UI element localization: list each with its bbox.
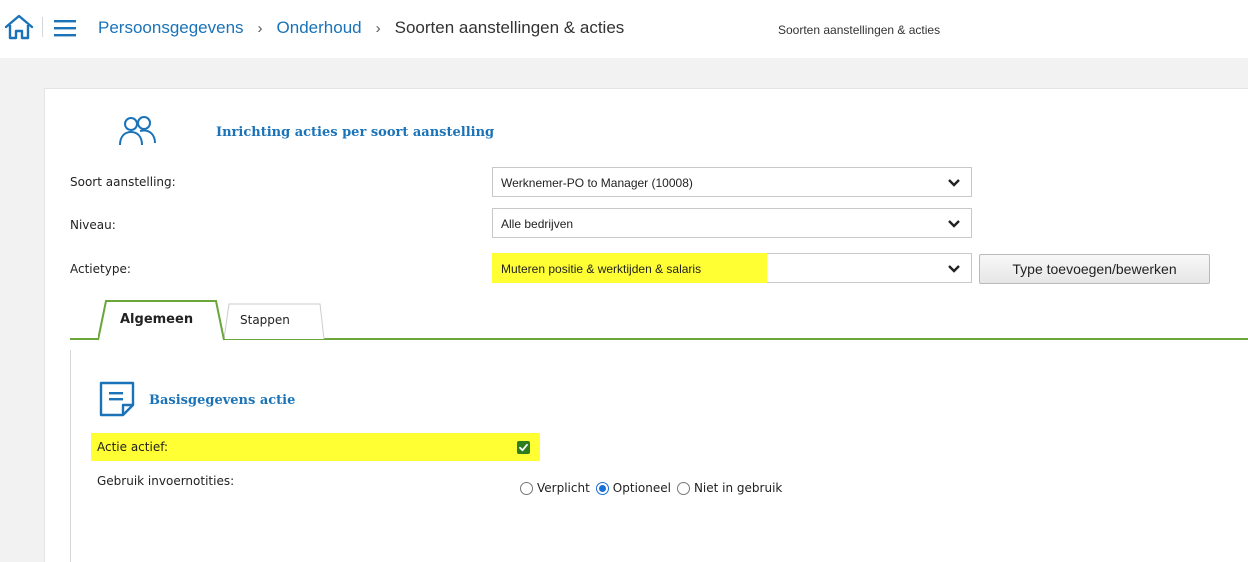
- invoernotities-radio-group: Verplicht Optioneel Niet in gebruik: [520, 481, 788, 495]
- radio-verplicht[interactable]: [520, 481, 533, 495]
- breadcrumb-separator: ›: [375, 19, 381, 37]
- hamburger-menu-icon[interactable]: [54, 18, 78, 38]
- actie-actief-label: Actie actief:: [97, 440, 169, 454]
- page-subtitle: Soorten aanstellingen & acties: [778, 23, 941, 37]
- document-icon: [99, 381, 135, 417]
- gebruik-invoernotities-label: Gebruik invoernotities:: [97, 474, 235, 488]
- soort-aanstelling-select[interactable]: Werknemer-PO to Manager (10008): [492, 167, 972, 197]
- chevron-down-icon: [948, 220, 960, 228]
- breadcrumb-onderhoud[interactable]: Onderhoud: [277, 18, 362, 38]
- actietype-label: Actietype:: [70, 262, 131, 276]
- actietype-value: Muteren positie & werktijden & salaris: [501, 262, 702, 276]
- users-icon: [119, 116, 156, 146]
- niveau-select[interactable]: Alle bedrijven: [492, 208, 972, 238]
- breadcrumb: Persoonsgegevens › Onderhoud › Soorten a…: [98, 18, 624, 38]
- chevron-down-icon: [948, 265, 960, 273]
- soort-aanstelling-label: Soort aanstelling:: [70, 175, 176, 189]
- radio-optioneel-label[interactable]: Optioneel: [613, 481, 671, 495]
- toolbar-divider: [42, 17, 43, 37]
- checkmark-icon: [519, 443, 528, 452]
- niveau-label: Niveau:: [70, 218, 116, 232]
- tab-stappen[interactable]: Stappen: [224, 302, 332, 339]
- chevron-down-icon: [948, 179, 960, 187]
- tab-algemeen[interactable]: Algemeen: [98, 299, 226, 341]
- panel-border: [70, 350, 71, 562]
- radio-niet-in-gebruik[interactable]: [676, 481, 690, 495]
- type-toevoegen-button[interactable]: Type toevoegen/bewerken: [979, 254, 1210, 284]
- home-icon[interactable]: [4, 14, 34, 40]
- breadcrumb-persoonsgegevens[interactable]: Persoonsgegevens: [98, 18, 244, 38]
- tab-algemeen-label: Algemeen: [120, 312, 194, 327]
- radio-verplicht-label[interactable]: Verplicht: [537, 481, 590, 495]
- radio-optioneel[interactable]: [595, 481, 609, 495]
- actie-actief-checkbox[interactable]: [517, 441, 530, 454]
- actietype-select[interactable]: Muteren positie & werktijden & salaris: [492, 253, 972, 283]
- breadcrumb-separator: ›: [257, 19, 263, 37]
- basisgegevens-title: Basisgegevens actie: [149, 393, 296, 408]
- section-title: Inrichting acties per soort aanstelling: [216, 125, 495, 140]
- breadcrumb-current: Soorten aanstellingen & acties: [394, 18, 625, 37]
- tab-stappen-label: Stappen: [240, 313, 290, 327]
- niveau-value: Alle bedrijven: [501, 217, 574, 231]
- radio-niet-in-gebruik-label[interactable]: Niet in gebruik: [694, 481, 782, 495]
- top-bar: Persoonsgegevens › Onderhoud › Soorten a…: [0, 0, 1248, 58]
- soort-aanstelling-value: Werknemer-PO to Manager (10008): [501, 176, 693, 190]
